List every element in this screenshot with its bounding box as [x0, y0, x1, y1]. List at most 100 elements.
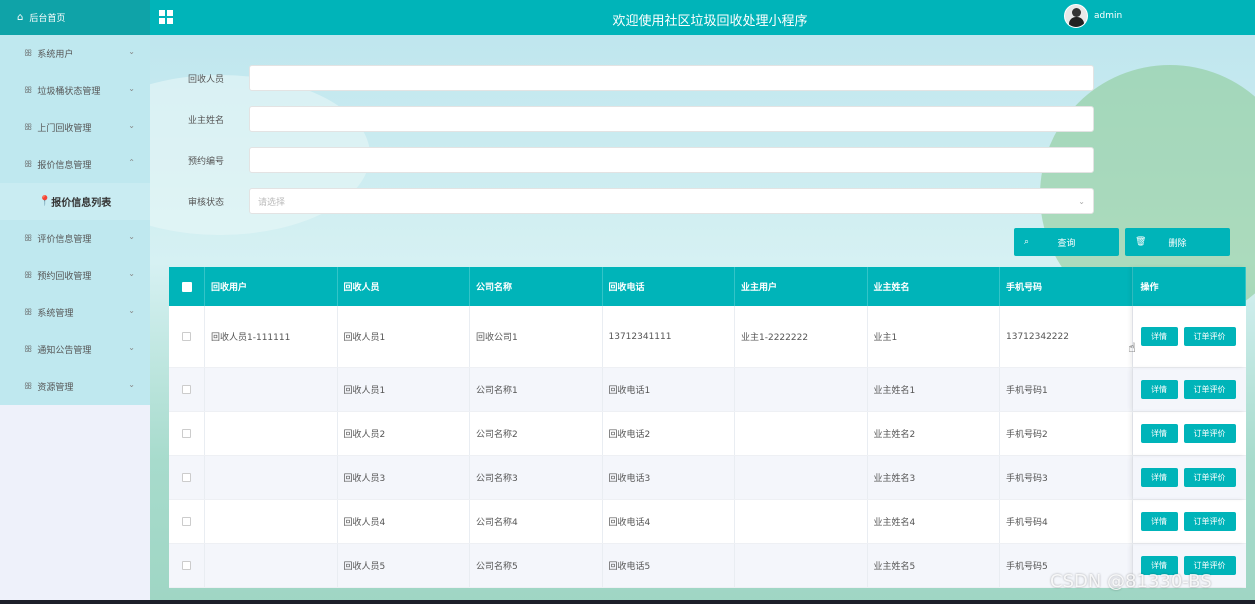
sidebar-item-door-recycle[interactable]: ꕥ 上门回收管理 ⌄ [0, 109, 150, 146]
detail-button[interactable]: 详情 [1140, 380, 1178, 399]
table-cell: 回收电话5 [603, 544, 735, 587]
sidebar-item-system-mgmt[interactable]: ꕥ 系统管理 ⌄ [0, 294, 150, 331]
column-header[interactable]: 业主用户 [735, 267, 868, 306]
table-cell: 公司名称2 [470, 412, 603, 455]
chevron-down-icon: ⌄ [128, 84, 135, 93]
table-cell: 业主1 [868, 306, 1000, 367]
sidebar-menu: ꕥ 系统用户 ⌄ ꕥ 垃圾桶状态管理 ⌄ ꕥ 上门回收管理 ⌄ ꕥ 报价信息管理… [0, 35, 150, 405]
watermark: CSDN @81330-BS [1050, 571, 1212, 592]
booking-no-input[interactable] [249, 147, 1094, 173]
username: admin [1094, 11, 1123, 21]
row-checkbox[interactable] [182, 332, 191, 341]
action-cell: 详情 订单评价 [1133, 412, 1246, 455]
sidebar-subitem-quote-list[interactable]: 📍 报价信息列表 [0, 183, 150, 220]
search-row-collector: 回收人员 [188, 65, 1094, 91]
table-cell: 13712342222 [1000, 306, 1133, 367]
detail-button[interactable]: 详情 [1140, 468, 1178, 487]
sidebar-item-quote-info[interactable]: ꕥ 报价信息管理 ⌃ [0, 146, 150, 183]
search-row-owner-name: 业主姓名 [188, 106, 1094, 132]
sidebar-item-label: 通知公告管理 [37, 346, 92, 356]
sidebar-item-resources[interactable]: ꕥ 资源管理 ⌄ [0, 368, 150, 405]
row-checkbox[interactable] [182, 517, 191, 526]
query-label: 查询 [1057, 238, 1076, 249]
table-cell: 业主姓名3 [868, 456, 1000, 499]
sidebar-item-booking[interactable]: ꕥ 预约回收管理 ⌄ [0, 257, 150, 294]
row-checkbox[interactable] [182, 561, 191, 570]
row-checkbox[interactable] [182, 429, 191, 438]
column-header[interactable]: 手机号码 [1000, 267, 1133, 306]
sidebar-item-system-users[interactable]: ꕥ 系统用户 ⌄ [0, 35, 150, 72]
table-cell [735, 500, 868, 543]
chevron-down-icon: ⌄ [128, 343, 135, 352]
select-all-cell [169, 267, 205, 306]
user-menu[interactable]: admin [1064, 4, 1122, 28]
order-review-button[interactable]: 订单评价 [1183, 424, 1236, 443]
column-header[interactable]: 业主姓名 [868, 267, 1000, 306]
table-cell [735, 544, 868, 587]
table-cell [735, 368, 868, 411]
query-button[interactable]: ⌕ 查询 [1014, 228, 1119, 256]
delete-button[interactable]: 🗑 删除 [1125, 228, 1230, 256]
table-cell [205, 368, 338, 411]
field-label: 回收人员 [188, 74, 225, 85]
column-header[interactable]: 公司名称 [470, 267, 603, 306]
avatar[interactable] [1064, 4, 1088, 28]
sidebar-item-label: 预约回收管理 [37, 272, 92, 282]
table-cell: 回收公司1 [470, 306, 603, 367]
user-icon: ꕥ [24, 122, 33, 133]
collector-input[interactable] [249, 65, 1094, 91]
table-row: 回收人员4 公司名称4 回收电话4 业主姓名4 手机号码4 详情 订单评价 [169, 500, 1246, 544]
select-all-checkbox[interactable] [181, 281, 192, 292]
table-cell: 回收人员2 [338, 412, 470, 455]
detail-button[interactable]: 详情 [1140, 327, 1178, 346]
sidebar-item-bin-status[interactable]: ꕥ 垃圾桶状态管理 ⌄ [0, 72, 150, 109]
row-checkbox[interactable] [182, 473, 191, 482]
field-label: 审核状态 [188, 197, 225, 208]
action-cell: 详情 订单评价 [1133, 306, 1246, 367]
review-status-select[interactable]: 请选择 ⌄ [249, 188, 1094, 214]
chevron-down-icon: ⌄ [128, 269, 135, 278]
table-cell [205, 412, 338, 455]
user-icon: ꕥ [24, 85, 33, 96]
chevron-down-icon: ⌄ [128, 306, 135, 315]
user-icon: ꕥ [24, 307, 33, 318]
column-header[interactable]: 回收用户 [205, 267, 338, 306]
user-icon: ꕥ [24, 381, 33, 392]
sidebar-item-label: 资源管理 [37, 383, 74, 393]
table-cell: 回收人员3 [338, 456, 470, 499]
sidebar-item-review-info[interactable]: ꕥ 评价信息管理 ⌄ [0, 220, 150, 257]
user-icon: ꕥ [24, 270, 33, 281]
column-header[interactable]: 回收人员 [338, 267, 470, 306]
action-cell: 详情 订单评价 [1133, 456, 1246, 499]
owner-name-input[interactable] [249, 106, 1094, 132]
table-cell: 回收人员1 [338, 368, 470, 411]
mouse-cursor-icon: ☝ [1128, 341, 1136, 356]
table-cell: 业主1-2222222 [735, 306, 868, 367]
order-review-button[interactable]: 订单评价 [1183, 468, 1236, 487]
table-row: 回收人员1 公司名称1 回收电话1 业主姓名1 手机号码1 详情 订单评价 [169, 368, 1246, 412]
detail-button[interactable]: 详情 [1140, 512, 1178, 531]
pin-icon: 📍 [38, 196, 52, 207]
table-cell: 13712341111 [603, 306, 735, 367]
sidebar-item-label: 报价信息管理 [37, 161, 92, 171]
chevron-down-icon: ⌄ [128, 121, 135, 130]
search-row-review-status: 审核状态 请选择 ⌄ [188, 188, 1094, 214]
chevron-down-icon: ⌄ [1078, 197, 1085, 206]
user-icon: ꕥ [24, 48, 33, 59]
sidebar-item-notices[interactable]: ꕥ 通知公告管理 ⌄ [0, 331, 150, 368]
detail-button[interactable]: 详情 [1140, 424, 1178, 443]
order-review-button[interactable]: 订单评价 [1183, 380, 1236, 399]
user-icon: ꕥ [24, 233, 33, 244]
order-review-button[interactable]: 订单评价 [1183, 327, 1236, 346]
table-cell: 公司名称3 [470, 456, 603, 499]
row-checkbox[interactable] [182, 385, 191, 394]
action-cell: 详情 订单评价 [1133, 500, 1246, 543]
chevron-down-icon: ⌄ [128, 380, 135, 389]
sidebar-item-label: 垃圾桶状态管理 [37, 87, 101, 97]
row-select-cell [169, 456, 205, 499]
table-cell [205, 544, 338, 587]
column-header[interactable]: 回收电话 [603, 267, 735, 306]
row-select-cell [169, 412, 205, 455]
order-review-button[interactable]: 订单评价 [1183, 512, 1236, 531]
table-cell [735, 456, 868, 499]
